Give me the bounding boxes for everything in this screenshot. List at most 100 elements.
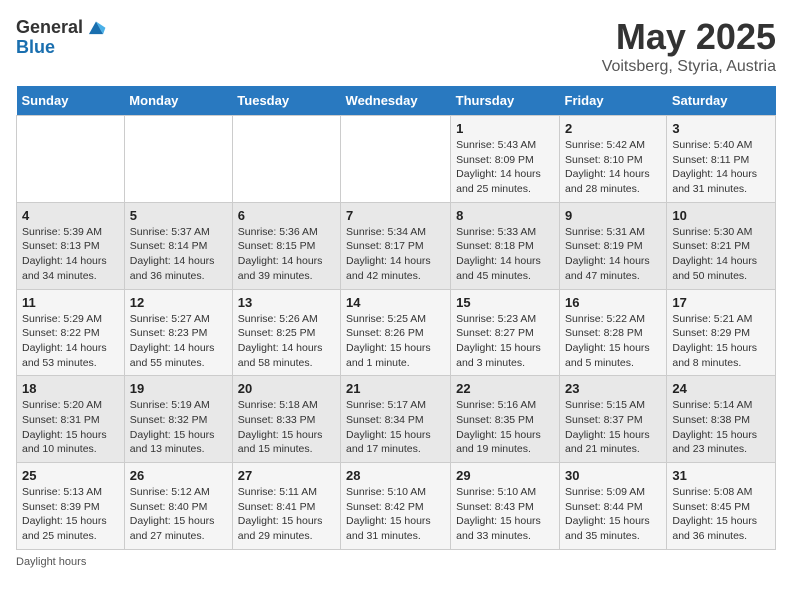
day-number: 13 bbox=[238, 295, 335, 310]
logo-icon bbox=[85, 16, 107, 38]
footer-note: Daylight hours bbox=[16, 556, 776, 568]
calendar-day-header: Wednesday bbox=[341, 86, 451, 116]
calendar-cell bbox=[124, 116, 232, 203]
day-number: 18 bbox=[22, 381, 119, 396]
calendar-cell: 8 Sunrise: 5:33 AMSunset: 8:18 PMDaylight… bbox=[451, 202, 560, 289]
calendar-week-row: 1Sunrise: 5:43 AMSunset: 8:09 PMDaylight… bbox=[17, 116, 776, 203]
calendar-cell: 10Sunrise: 5:30 AMSunset: 8:21 PMDayligh… bbox=[667, 202, 776, 289]
day-number: 19 bbox=[130, 381, 227, 396]
day-info: Sunrise: 5:17 AMSunset: 8:34 PMDaylight:… bbox=[346, 398, 445, 457]
calendar-cell: 31 Sunrise: 5:08 AMSunset: 8:45 PMDayligh… bbox=[667, 463, 776, 550]
day-info: Sunrise: 5:16 AMSunset: 8:35 PMDaylight:… bbox=[456, 398, 554, 457]
logo-blue-text: Blue bbox=[16, 38, 55, 56]
day-number: 30 bbox=[565, 468, 661, 483]
day-number: 31 bbox=[672, 468, 770, 483]
calendar-day-header: Thursday bbox=[451, 86, 560, 116]
day-info: Sunrise: 5:12 AMSunset: 8:40 PMDaylight:… bbox=[130, 485, 227, 544]
calendar-cell: 1Sunrise: 5:43 AMSunset: 8:09 PMDaylight… bbox=[451, 116, 560, 203]
day-number: 28 bbox=[346, 468, 445, 483]
page-header: General Blue May 2025 Voitsberg, Styria,… bbox=[16, 16, 776, 76]
day-info: Sunrise: 5:40 AMSunset: 8:11 PMDaylight:… bbox=[672, 138, 770, 197]
day-number: 5 bbox=[130, 208, 227, 223]
calendar-cell: 14 Sunrise: 5:25 AMSunset: 8:26 PMDayligh… bbox=[341, 289, 451, 376]
day-info: Sunrise: 5:14 AMSunset: 8:38 PMDaylight:… bbox=[672, 398, 770, 457]
day-info: Sunrise: 5:39 AMSunset: 8:13 PMDaylight:… bbox=[22, 225, 119, 284]
title-area: May 2025 Voitsberg, Styria, Austria bbox=[602, 16, 776, 76]
calendar-cell: 24 Sunrise: 5:14 AMSunset: 8:38 PMDayligh… bbox=[667, 376, 776, 463]
day-number: 21 bbox=[346, 381, 445, 396]
day-number: 17 bbox=[672, 295, 770, 310]
calendar-cell: 23Sunrise: 5:15 AMSunset: 8:37 PMDayligh… bbox=[560, 376, 667, 463]
day-info: Sunrise: 5:20 AMSunset: 8:31 PMDaylight:… bbox=[22, 398, 119, 457]
day-number: 14 bbox=[346, 295, 445, 310]
day-number: 10 bbox=[672, 208, 770, 223]
daylight-hours-label: Daylight hours bbox=[16, 556, 86, 568]
day-number: 11 bbox=[22, 295, 119, 310]
day-number: 7 bbox=[346, 208, 445, 223]
calendar-cell: 12Sunrise: 5:27 AMSunset: 8:23 PMDayligh… bbox=[124, 289, 232, 376]
calendar-week-row: 11 Sunrise: 5:29 AMSunset: 8:22 PMDayligh… bbox=[17, 289, 776, 376]
day-info: Sunrise: 5:08 AMSunset: 8:45 PMDaylight:… bbox=[672, 485, 770, 544]
day-number: 15 bbox=[456, 295, 554, 310]
calendar-cell: 22 Sunrise: 5:16 AMSunset: 8:35 PMDayligh… bbox=[451, 376, 560, 463]
day-info: Sunrise: 5:10 AMSunset: 8:43 PMDaylight:… bbox=[456, 485, 554, 544]
logo-general-text: General bbox=[16, 18, 83, 36]
page-subtitle: Voitsberg, Styria, Austria bbox=[602, 58, 776, 76]
calendar-cell bbox=[17, 116, 125, 203]
day-info: Sunrise: 5:26 AMSunset: 8:25 PMDaylight:… bbox=[238, 312, 335, 371]
day-info: Sunrise: 5:21 AMSunset: 8:29 PMDaylight:… bbox=[672, 312, 770, 371]
calendar-cell: 27 Sunrise: 5:11 AMSunset: 8:41 PMDayligh… bbox=[232, 463, 340, 550]
calendar-day-header: Friday bbox=[560, 86, 667, 116]
day-number: 27 bbox=[238, 468, 335, 483]
day-number: 26 bbox=[130, 468, 227, 483]
day-info: Sunrise: 5:34 AMSunset: 8:17 PMDaylight:… bbox=[346, 225, 445, 284]
logo: General Blue bbox=[16, 16, 107, 56]
day-number: 8 bbox=[456, 208, 554, 223]
day-number: 12 bbox=[130, 295, 227, 310]
day-info: Sunrise: 5:22 AMSunset: 8:28 PMDaylight:… bbox=[565, 312, 661, 371]
calendar-cell: 9Sunrise: 5:31 AMSunset: 8:19 PMDaylight… bbox=[560, 202, 667, 289]
calendar-cell: 4 Sunrise: 5:39 AMSunset: 8:13 PMDaylight… bbox=[17, 202, 125, 289]
day-info: Sunrise: 5:42 AMSunset: 8:10 PMDaylight:… bbox=[565, 138, 661, 197]
calendar-cell: 5 Sunrise: 5:37 AMSunset: 8:14 PMDaylight… bbox=[124, 202, 232, 289]
day-info: Sunrise: 5:10 AMSunset: 8:42 PMDaylight:… bbox=[346, 485, 445, 544]
calendar-cell: 19Sunrise: 5:19 AMSunset: 8:32 PMDayligh… bbox=[124, 376, 232, 463]
day-number: 16 bbox=[565, 295, 661, 310]
calendar-header-row: SundayMondayTuesdayWednesdayThursdayFrid… bbox=[17, 86, 776, 116]
calendar-cell: 18 Sunrise: 5:20 AMSunset: 8:31 PMDayligh… bbox=[17, 376, 125, 463]
day-number: 23 bbox=[565, 381, 661, 396]
calendar-cell bbox=[341, 116, 451, 203]
day-info: Sunrise: 5:09 AMSunset: 8:44 PMDaylight:… bbox=[565, 485, 661, 544]
calendar-cell: 30 Sunrise: 5:09 AMSunset: 8:44 PMDayligh… bbox=[560, 463, 667, 550]
day-info: Sunrise: 5:33 AMSunset: 8:18 PMDaylight:… bbox=[456, 225, 554, 284]
day-number: 29 bbox=[456, 468, 554, 483]
day-info: Sunrise: 5:13 AMSunset: 8:39 PMDaylight:… bbox=[22, 485, 119, 544]
day-info: Sunrise: 5:43 AMSunset: 8:09 PMDaylight:… bbox=[456, 138, 554, 197]
calendar-cell: 25Sunrise: 5:13 AMSunset: 8:39 PMDayligh… bbox=[17, 463, 125, 550]
calendar-cell: 20Sunrise: 5:18 AMSunset: 8:33 PMDayligh… bbox=[232, 376, 340, 463]
day-number: 4 bbox=[22, 208, 119, 223]
day-info: Sunrise: 5:37 AMSunset: 8:14 PMDaylight:… bbox=[130, 225, 227, 284]
calendar-cell: 21 Sunrise: 5:17 AMSunset: 8:34 PMDayligh… bbox=[341, 376, 451, 463]
calendar-cell: 3Sunrise: 5:40 AMSunset: 8:11 PMDaylight… bbox=[667, 116, 776, 203]
day-number: 22 bbox=[456, 381, 554, 396]
calendar-cell: 17 Sunrise: 5:21 AMSunset: 8:29 PMDayligh… bbox=[667, 289, 776, 376]
calendar-cell: 29 Sunrise: 5:10 AMSunset: 8:43 PMDayligh… bbox=[451, 463, 560, 550]
calendar-cell: 26 Sunrise: 5:12 AMSunset: 8:40 PMDayligh… bbox=[124, 463, 232, 550]
calendar-table: SundayMondayTuesdayWednesdayThursdayFrid… bbox=[16, 86, 776, 550]
day-info: Sunrise: 5:23 AMSunset: 8:27 PMDaylight:… bbox=[456, 312, 554, 371]
day-info: Sunrise: 5:11 AMSunset: 8:41 PMDaylight:… bbox=[238, 485, 335, 544]
calendar-cell: 7 Sunrise: 5:34 AMSunset: 8:17 PMDaylight… bbox=[341, 202, 451, 289]
calendar-cell: 11 Sunrise: 5:29 AMSunset: 8:22 PMDayligh… bbox=[17, 289, 125, 376]
day-info: Sunrise: 5:31 AMSunset: 8:19 PMDaylight:… bbox=[565, 225, 661, 284]
calendar-cell: 16 Sunrise: 5:22 AMSunset: 8:28 PMDayligh… bbox=[560, 289, 667, 376]
calendar-cell bbox=[232, 116, 340, 203]
day-info: Sunrise: 5:29 AMSunset: 8:22 PMDaylight:… bbox=[22, 312, 119, 371]
calendar-day-header: Tuesday bbox=[232, 86, 340, 116]
day-number: 24 bbox=[672, 381, 770, 396]
calendar-week-row: 25Sunrise: 5:13 AMSunset: 8:39 PMDayligh… bbox=[17, 463, 776, 550]
day-info: Sunrise: 5:25 AMSunset: 8:26 PMDaylight:… bbox=[346, 312, 445, 371]
calendar-cell: 6Sunrise: 5:36 AMSunset: 8:15 PMDaylight… bbox=[232, 202, 340, 289]
day-number: 6 bbox=[238, 208, 335, 223]
calendar-day-header: Monday bbox=[124, 86, 232, 116]
